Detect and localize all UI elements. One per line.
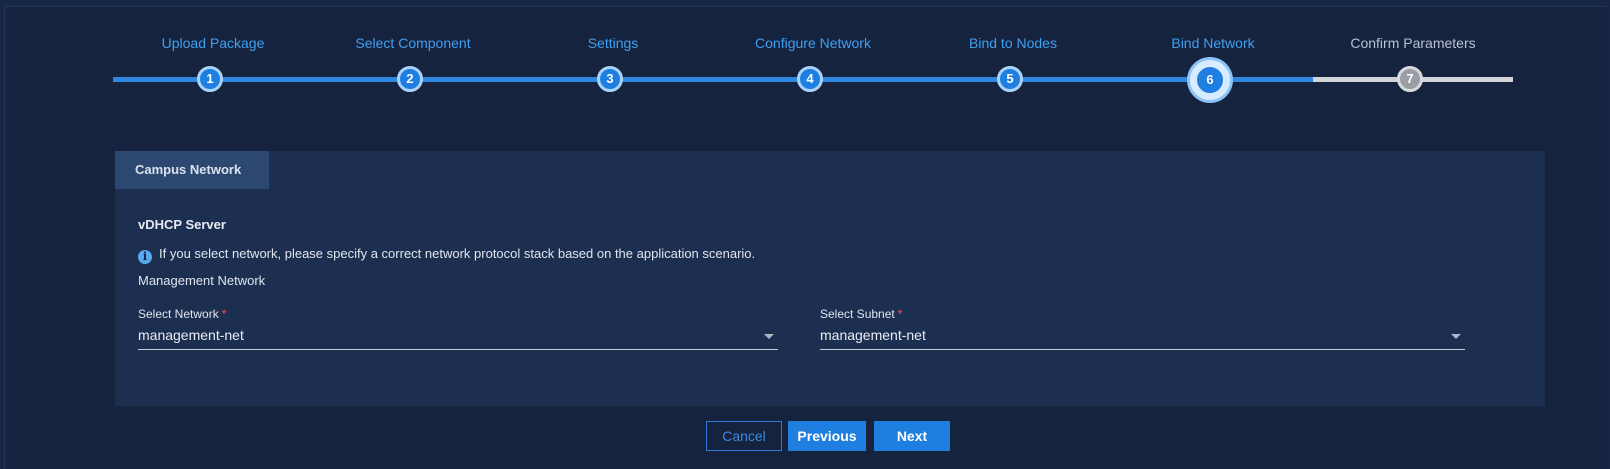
step-confirm-parameters: Confirm Parameters 7 bbox=[1313, 27, 1513, 107]
step-label: Bind Network bbox=[1171, 35, 1255, 51]
step-number-badge: 7 bbox=[1397, 66, 1423, 92]
field-underline bbox=[138, 349, 778, 350]
step-number-badge: 4 bbox=[797, 66, 823, 92]
step-bind-network[interactable]: Bind Network 6 bbox=[1113, 27, 1313, 107]
step-number-badge: 2 bbox=[397, 66, 423, 92]
step-label: Select Component bbox=[355, 35, 471, 51]
previous-button[interactable]: Previous bbox=[788, 421, 866, 451]
step-number-badge: 5 bbox=[997, 66, 1023, 92]
step-label: Confirm Parameters bbox=[1350, 35, 1476, 51]
step-bind-to-nodes[interactable]: Bind to Nodes 5 bbox=[913, 27, 1113, 107]
select-network-value: management-net bbox=[138, 327, 244, 343]
field-label-text: Select Subnet bbox=[820, 307, 895, 321]
step-label: Configure Network bbox=[755, 35, 871, 51]
required-mark: * bbox=[897, 307, 903, 321]
step-label: Settings bbox=[587, 35, 639, 51]
next-button[interactable]: Next bbox=[874, 421, 950, 451]
info-icon: i bbox=[138, 250, 152, 264]
select-subnet-dropdown[interactable]: Select Subnet * management-net bbox=[820, 307, 1465, 350]
step-select-component[interactable]: Select Component 2 bbox=[313, 27, 513, 107]
step-label: Upload Package bbox=[161, 35, 265, 51]
info-message: i If you select network, please specify a… bbox=[138, 246, 755, 264]
info-text: If you select network, please specify a … bbox=[159, 246, 756, 261]
select-subnet-label: Select Subnet * bbox=[820, 307, 902, 321]
campus-network-card: Campus Network vDHCP Server i If you sele… bbox=[115, 151, 1545, 406]
tab-campus-network[interactable]: Campus Network bbox=[115, 151, 269, 189]
required-mark: * bbox=[221, 307, 227, 321]
select-subnet-value: management-net bbox=[820, 327, 926, 343]
wizard-frame: Upload Package 1 Select Component 2 Sett… bbox=[4, 6, 1607, 469]
subsection-title: Management Network bbox=[138, 273, 266, 288]
step-number-badge: 6 bbox=[1190, 60, 1230, 100]
field-underline bbox=[820, 349, 1465, 350]
wizard-stepper: Upload Package 1 Select Component 2 Sett… bbox=[113, 27, 1549, 107]
section-title: vDHCP Server bbox=[138, 217, 226, 232]
step-number-badge: 1 bbox=[197, 66, 223, 92]
select-network-label: Select Network * bbox=[138, 307, 226, 321]
select-network-dropdown[interactable]: Select Network * management-net bbox=[138, 307, 778, 350]
cancel-button[interactable]: Cancel bbox=[706, 421, 782, 451]
chevron-down-icon[interactable] bbox=[1451, 334, 1461, 339]
field-label-text: Select Network bbox=[138, 307, 219, 321]
step-label: Bind to Nodes bbox=[969, 35, 1057, 51]
step-number-badge: 3 bbox=[597, 66, 623, 92]
chevron-down-icon[interactable] bbox=[764, 334, 774, 339]
step-upload-package[interactable]: Upload Package 1 bbox=[113, 27, 313, 107]
step-configure-network[interactable]: Configure Network 4 bbox=[713, 27, 913, 107]
step-settings[interactable]: Settings 3 bbox=[513, 27, 713, 107]
